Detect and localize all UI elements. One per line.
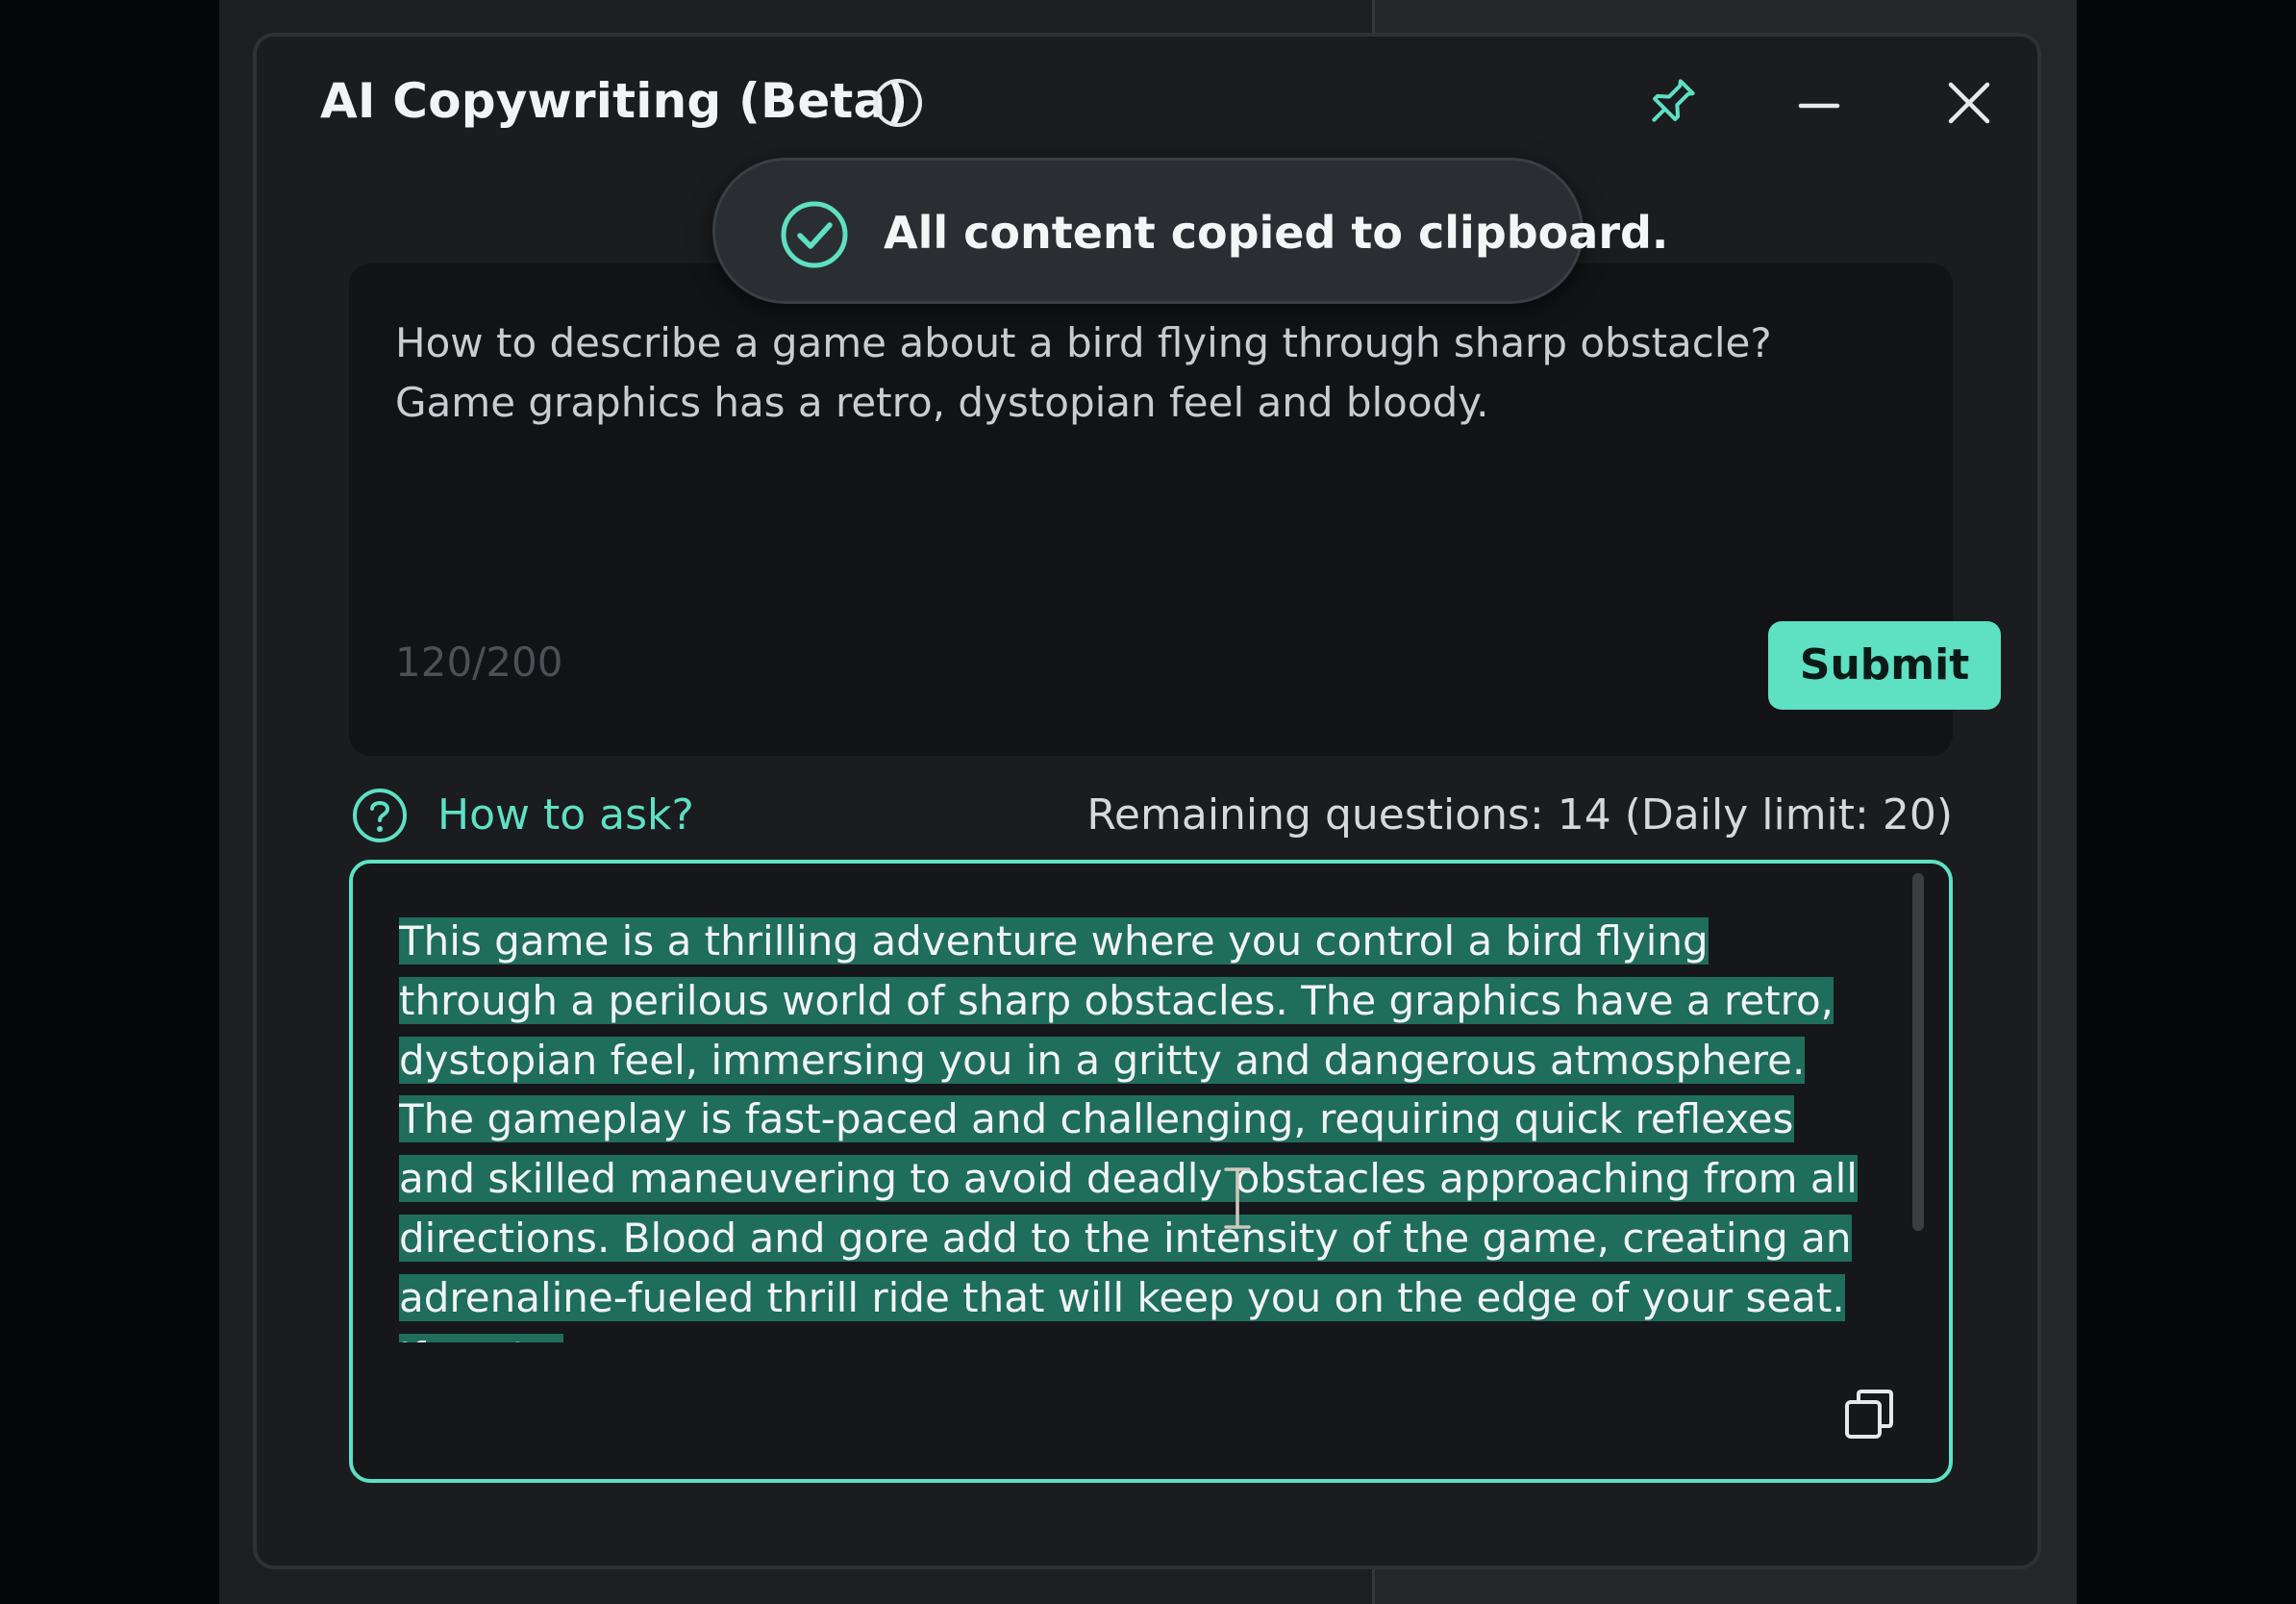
submit-button[interactable]: Submit xyxy=(1768,621,2001,710)
answer-output-card[interactable]: This game is a thrilling adventure where… xyxy=(349,860,1953,1483)
copied-toast: All content copied to clipboard. xyxy=(712,158,1668,304)
answer-selected-text[interactable]: This game is a thrilling adventure where… xyxy=(399,917,1858,1342)
info-icon[interactable] xyxy=(872,77,924,129)
question-circle-icon[interactable] xyxy=(351,787,409,844)
question-input-card[interactable]: How to describe a game about a bird flyi… xyxy=(349,263,2001,756)
answer-scroll-area[interactable]: This game is a thrilling adventure where… xyxy=(399,912,1860,1342)
check-circle-icon xyxy=(781,201,848,268)
ai-copywriting-dialog: AI Copywriting (Beta) How to describe a … xyxy=(253,33,2041,1569)
toast-message: All content copied to clipboard. xyxy=(884,207,1669,259)
answer-text[interactable]: This game is a thrilling adventure where… xyxy=(399,912,1860,1342)
answer-scrollbar[interactable] xyxy=(1912,873,1924,1231)
pin-icon[interactable] xyxy=(1641,73,1701,133)
question-textarea[interactable]: How to describe a game about a bird flyi… xyxy=(395,313,1895,433)
copy-icon[interactable] xyxy=(1839,1385,1899,1444)
how-to-ask-link[interactable]: How to ask? xyxy=(437,790,694,840)
remaining-questions: Remaining questions: 14 (Daily limit: 20… xyxy=(1086,790,1953,840)
close-icon[interactable] xyxy=(1939,73,1999,133)
minimize-icon[interactable] xyxy=(1793,77,1845,129)
dialog-title: AI Copywriting (Beta) xyxy=(320,73,909,129)
character-counter: 120/200 xyxy=(395,639,563,686)
text-cursor-icon xyxy=(1224,1167,1251,1229)
